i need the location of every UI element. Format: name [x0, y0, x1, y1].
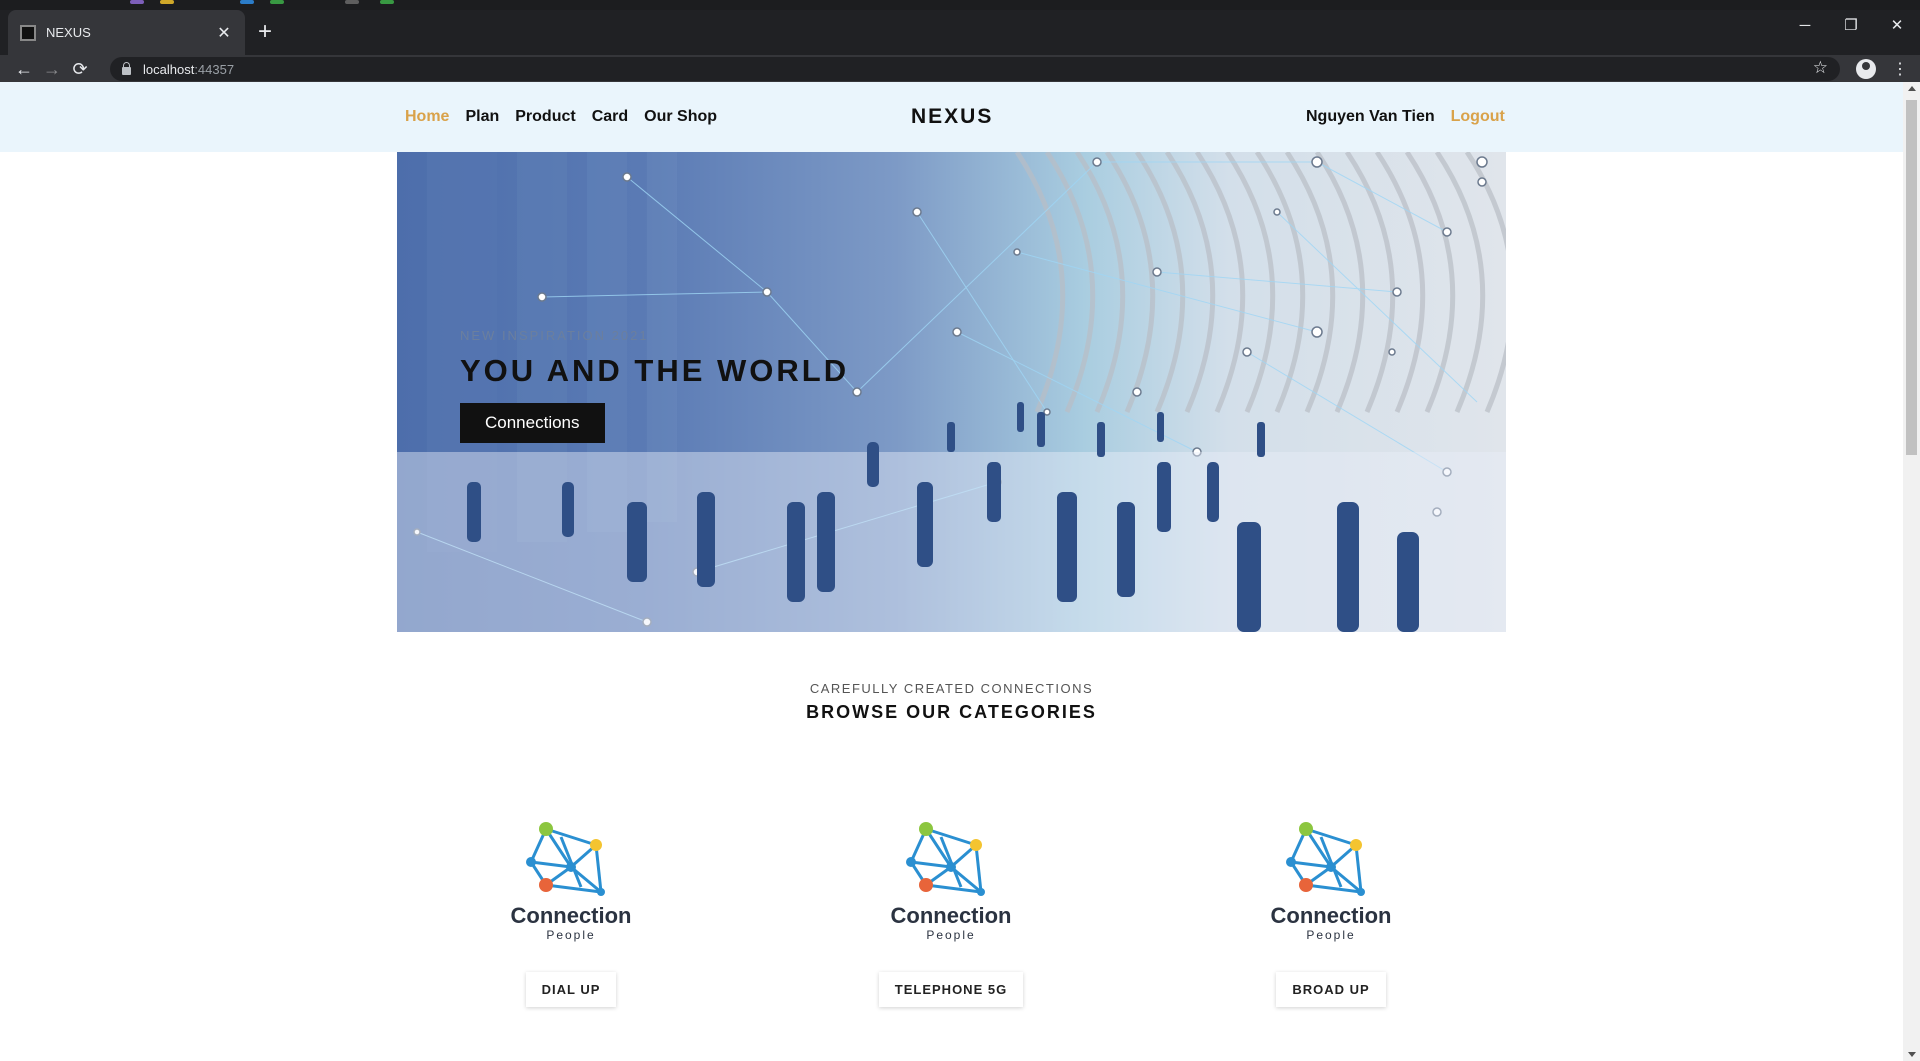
- browser-tab[interactable]: NEXUS ✕: [8, 10, 245, 55]
- url-port: :44357: [194, 61, 235, 77]
- browser-toolbar: ← → ⟳ localhost :44357 ☆ ⋮: [0, 55, 1920, 82]
- tab-title: NEXUS: [46, 25, 91, 40]
- forward-icon[interactable]: →: [38, 60, 66, 78]
- scrollbar-thumb[interactable]: [1906, 100, 1917, 455]
- connection-people-logo[interactable]: Connection People: [881, 817, 1021, 947]
- logo-subtitle: People: [926, 928, 976, 942]
- logo-title: Connection: [510, 903, 632, 928]
- address-bar[interactable]: localhost :44357 ☆: [110, 57, 1840, 81]
- nav-link-card[interactable]: Card: [592, 108, 628, 126]
- connection-people-logo[interactable]: Connection People: [501, 817, 641, 947]
- close-tab-icon[interactable]: ✕: [215, 23, 233, 43]
- window-controls: ─ ❐ ✕: [1782, 10, 1920, 40]
- network-globe-icon: [906, 822, 985, 896]
- site-favicon-icon: [20, 24, 36, 41]
- minimize-icon[interactable]: ─: [1782, 10, 1828, 40]
- lock-icon: [122, 61, 131, 75]
- user-name-link[interactable]: Nguyen Van Tien: [1306, 108, 1435, 126]
- connections-button[interactable]: Connections: [460, 403, 605, 443]
- scroll-down-arrow-icon[interactable]: [1908, 1052, 1916, 1057]
- taskbar-app-icon[interactable]: [160, 0, 174, 4]
- browser-tab-strip: NEXUS ✕ + ─ ❐ ✕: [0, 10, 1920, 55]
- hero-content: NEW INSPIRATION 2021 YOU AND THE WORLD C…: [460, 328, 849, 443]
- logo-title: Connection: [890, 903, 1012, 928]
- hero-banner: NEW INSPIRATION 2021 YOU AND THE WORLD C…: [397, 152, 1506, 632]
- nav-link-product[interactable]: Product: [515, 108, 575, 126]
- logout-link[interactable]: Logout: [1451, 108, 1505, 126]
- hero-title: YOU AND THE WORLD: [460, 353, 850, 388]
- taskbar-app-icon[interactable]: [240, 0, 254, 4]
- url-host: localhost: [143, 61, 195, 77]
- close-window-icon[interactable]: ✕: [1874, 10, 1920, 40]
- network-globe-icon: [526, 822, 605, 896]
- user-nav: Nguyen Van Tien Logout: [1306, 82, 1505, 152]
- page-viewport: Home Plan Product Card Our Shop NEXUS Ng…: [0, 82, 1920, 1061]
- network-globe-icon: [1286, 822, 1365, 896]
- category-button-dial-up[interactable]: DIAL UP: [525, 972, 617, 1007]
- hero-kicker: NEW INSPIRATION 2021: [460, 328, 649, 343]
- nav-link-home[interactable]: Home: [405, 108, 449, 126]
- logo-subtitle: People: [546, 928, 596, 942]
- nav-link-our-shop[interactable]: Our Shop: [644, 108, 717, 126]
- taskbar-app-icon[interactable]: [345, 0, 359, 4]
- restore-icon[interactable]: ❐: [1828, 10, 1874, 40]
- logo-subtitle: People: [1306, 928, 1356, 942]
- page-scrollbar[interactable]: [1903, 82, 1920, 1061]
- site-logo[interactable]: NEXUS: [911, 82, 993, 152]
- category-card-dial-up: Connection People DIAL UP: [471, 817, 671, 1007]
- logo-title: Connection: [1270, 903, 1392, 928]
- back-icon[interactable]: ←: [10, 60, 38, 78]
- categories-kicker: CAREFULLY CREATED CONNECTIONS: [809, 681, 1094, 696]
- taskbar-app-icon[interactable]: [380, 0, 394, 4]
- bookmark-star-icon[interactable]: ☆: [1813, 58, 1828, 78]
- category-button-telephone-5g[interactable]: TELEPHONE 5G: [878, 972, 1024, 1007]
- categories-title: BROWSE OUR CATEGORIES: [806, 702, 1097, 722]
- taskbar-app-icon[interactable]: [130, 0, 144, 4]
- connection-people-logo[interactable]: Connection People: [1261, 817, 1401, 947]
- scroll-up-arrow-icon[interactable]: [1908, 86, 1916, 91]
- category-card-telephone-5g: Connection People TELEPHONE 5G: [851, 817, 1051, 1007]
- taskbar-app-icon[interactable]: [270, 0, 284, 4]
- profile-avatar-icon[interactable]: [1856, 59, 1876, 79]
- os-taskbar-strip: [0, 0, 1920, 10]
- reload-icon[interactable]: ⟳: [66, 60, 94, 78]
- new-tab-icon[interactable]: +: [258, 20, 272, 44]
- nav-link-plan[interactable]: Plan: [465, 108, 499, 126]
- site-header: Home Plan Product Card Our Shop NEXUS Ng…: [0, 82, 1903, 152]
- category-card-broad-up: Connection People BROAD UP: [1231, 817, 1431, 1007]
- category-button-broad-up[interactable]: BROAD UP: [1276, 972, 1386, 1007]
- main-nav: Home Plan Product Card Our Shop: [405, 82, 717, 152]
- browser-menu-icon[interactable]: ⋮: [1892, 59, 1908, 79]
